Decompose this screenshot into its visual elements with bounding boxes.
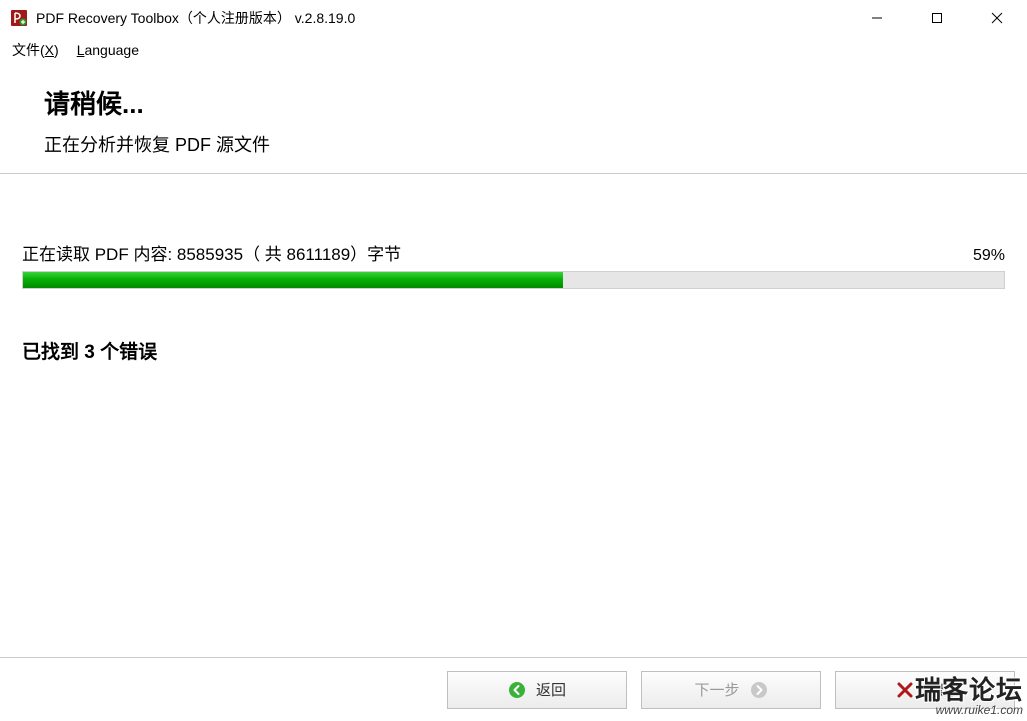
- back-button-label: 返回: [536, 679, 566, 700]
- next-button[interactable]: 下一步: [641, 671, 821, 709]
- menu-language[interactable]: Language: [77, 42, 139, 58]
- bottom-bar: 返回 下一步 退出: [0, 657, 1027, 721]
- content-area: 正在读取 PDF 内容: 8585935（ 共 8611189）字节 59% 已…: [0, 174, 1027, 364]
- maximize-button[interactable]: [907, 0, 967, 36]
- menu-file[interactable]: 文件(X): [12, 40, 59, 60]
- page-subtitle: 正在分析并恢复 PDF 源文件: [44, 131, 983, 157]
- page-title: 请稍候...: [44, 84, 983, 121]
- progress-label: 正在读取 PDF 内容: 8585935（ 共 8611189）字节: [22, 240, 401, 265]
- errors-found-label: 已找到 3 个错误: [22, 337, 1005, 364]
- exit-button-label: 退出: [924, 679, 954, 700]
- exit-button[interactable]: 退出: [835, 671, 1015, 709]
- next-button-label: 下一步: [694, 679, 739, 700]
- app-icon: [10, 9, 28, 27]
- close-button[interactable]: [967, 0, 1027, 36]
- progress-bar: [22, 271, 1005, 289]
- back-button[interactable]: 返回: [447, 671, 627, 709]
- minimize-button[interactable]: [847, 0, 907, 36]
- progress-percent: 59%: [973, 247, 1005, 265]
- progress-info-row: 正在读取 PDF 内容: 8585935（ 共 8611189）字节 59%: [22, 240, 1005, 265]
- progress-bar-fill: [23, 272, 563, 288]
- menubar: 文件(X) Language: [0, 36, 1027, 64]
- header-section: 请稍候... 正在分析并恢复 PDF 源文件: [0, 64, 1027, 174]
- back-arrow-icon: [508, 681, 526, 699]
- next-arrow-icon: [750, 681, 768, 699]
- window-controls: [847, 0, 1027, 36]
- close-x-icon: [896, 681, 914, 699]
- titlebar: PDF Recovery Toolbox（个人注册版本） v.2.8.19.0: [0, 0, 1027, 36]
- window-title: PDF Recovery Toolbox（个人注册版本） v.2.8.19.0: [36, 8, 847, 28]
